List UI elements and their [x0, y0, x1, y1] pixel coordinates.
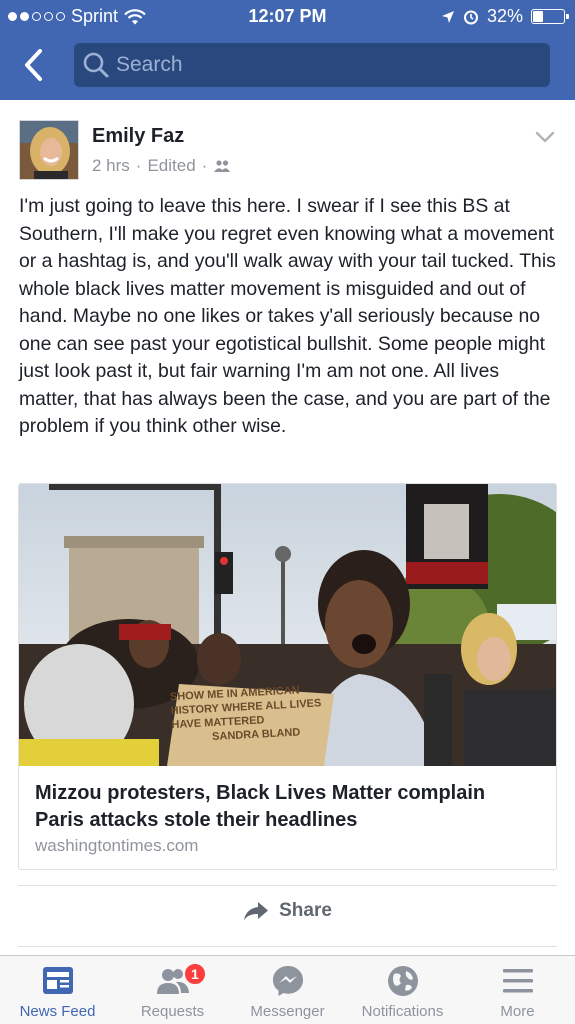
tab-label: Messenger: [250, 1003, 325, 1020]
search-input[interactable]: [116, 53, 536, 77]
location-arrow-icon: [441, 10, 454, 23]
bottom-tab-bar: News Feed 1 Requests Messenger Notificat…: [0, 955, 575, 1024]
search-bar[interactable]: [74, 43, 550, 87]
post-meta: 2 hrs · Edited ·: [92, 156, 231, 176]
status-bar: Sprint 12:07 PM 32%: [0, 0, 575, 32]
feed-post: Emily Faz 2 hrs · Edited · I'm just goin…: [0, 100, 575, 950]
alarm-icon: [463, 10, 478, 24]
notification-badge: 1: [182, 962, 207, 986]
messenger-icon: [272, 966, 303, 996]
link-domain: washingtontimes.com: [35, 836, 199, 855]
link-preview-card[interactable]: SHOW ME IN AMERICAN HISTORY WHERE ALL LI…: [18, 483, 557, 870]
tab-more[interactable]: More: [460, 956, 575, 1024]
tab-notifications[interactable]: Notifications: [345, 956, 460, 1024]
globe-icon: [387, 966, 418, 996]
share-button[interactable]: Share: [0, 900, 575, 922]
edited-label[interactable]: Edited: [147, 156, 195, 176]
photo-sign-lettering: SHOW ME IN AMERICAN HISTORY WHERE ALL LI…: [170, 682, 333, 746]
top-navigation-bar: Sprint 12:07 PM 32%: [0, 0, 575, 100]
divider: [18, 946, 557, 947]
tab-news-feed[interactable]: News Feed: [0, 956, 115, 1024]
meta-separator: ·: [201, 156, 208, 175]
author-name[interactable]: Emily Faz: [92, 125, 184, 148]
share-label: Share: [279, 900, 332, 921]
author-avatar[interactable]: [19, 120, 79, 180]
share-arrow-icon: [244, 902, 269, 920]
back-chevron-icon[interactable]: [18, 46, 52, 84]
search-icon: [83, 52, 109, 78]
friends-icon: [214, 160, 231, 172]
tab-messenger[interactable]: Messenger: [230, 956, 345, 1024]
news-feed-icon: [42, 967, 73, 994]
meta-separator: ·: [135, 156, 142, 175]
chevron-down-icon[interactable]: [535, 130, 555, 144]
battery-icon: [531, 9, 569, 24]
hamburger-menu-icon: [502, 969, 533, 993]
tab-label: News Feed: [19, 1003, 96, 1020]
tab-requests[interactable]: 1 Requests: [115, 956, 230, 1024]
post-time[interactable]: 2 hrs: [92, 156, 130, 176]
battery-percent: 32%: [486, 6, 523, 26]
post-body-text: I'm just going to leave this here. I swe…: [19, 195, 556, 437]
link-title[interactable]: Mizzou protesters, Black Lives Matter co…: [35, 780, 535, 834]
divider: [18, 885, 557, 886]
tab-label: More: [500, 1003, 535, 1020]
tab-label: Notifications: [361, 1003, 444, 1020]
tab-label: Requests: [140, 1003, 205, 1020]
